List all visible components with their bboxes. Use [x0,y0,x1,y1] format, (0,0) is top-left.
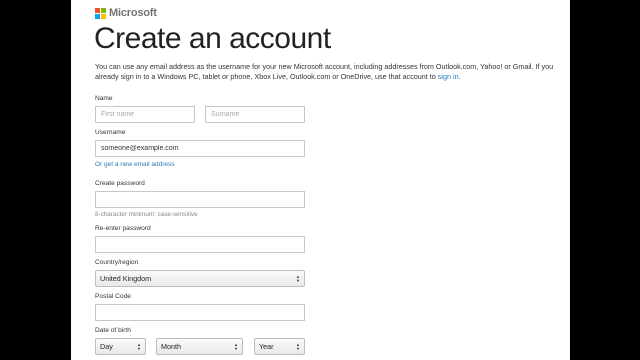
month-select[interactable]: Month ▲ ▼ [156,338,243,355]
first-name-input[interactable] [95,106,195,123]
select-arrows-icon: ▲ ▼ [137,341,141,351]
day-select[interactable]: Day ▲ ▼ [95,338,146,355]
dob-label: Date of birth [95,327,131,334]
postal-code-label: Postal Code [95,293,131,300]
sign-in-link[interactable]: sign in. [438,72,461,81]
brand-name: Microsoft [109,7,157,19]
select-arrows-icon: ▲ ▼ [234,341,238,351]
postal-code-input[interactable] [95,304,305,321]
reenter-password-label: Re-enter password [95,225,151,232]
select-arrows-icon: ▲ ▼ [296,273,300,283]
surname-input[interactable] [205,106,305,123]
microsoft-logo-icon [95,7,106,19]
day-value: Day [100,342,113,351]
new-email-link[interactable]: Or get a new email address [95,161,174,168]
intro-body: You can use any email address as the use… [95,62,554,81]
year-value: Year [259,342,274,351]
page-title: Create an account [94,22,331,55]
reenter-password-input[interactable] [95,236,305,253]
intro-text: You can use any email address as the use… [95,62,567,82]
country-select[interactable]: United Kingdom ▲ ▼ [95,270,305,287]
month-value: Month [161,342,181,351]
microsoft-logo: Microsoft [95,7,157,19]
select-arrows-icon: ▲ ▼ [296,341,300,351]
password-input[interactable] [95,191,305,208]
create-password-label: Create password [95,180,145,187]
username-label: Username [95,129,126,136]
name-label: Name [95,95,113,102]
country-value: United Kingdom [100,274,152,283]
signup-page: Microsoft Create an account You can use … [71,0,570,360]
year-select[interactable]: Year ▲ ▼ [254,338,305,355]
username-input[interactable] [95,140,305,157]
country-label: Country/region [95,259,139,266]
password-hint: 8-character minimum; case-sensitive [95,211,198,218]
